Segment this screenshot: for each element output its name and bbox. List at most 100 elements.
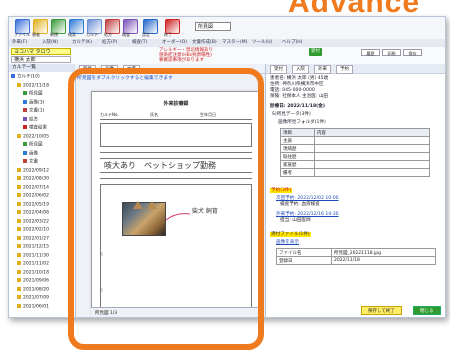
folder-icon [17, 193, 21, 197]
center-tab[interactable]: 画像 [101, 65, 118, 74]
tree-item[interactable]: 2022/09/12 [17, 167, 49, 174]
folder-icon [17, 210, 21, 214]
tree-item-label: 2022/09/12 [23, 168, 49, 173]
findings-row-value[interactable] [314, 136, 430, 145]
save-and-exit-button[interactable]: 保存して終了 [361, 306, 402, 315]
findings-row-value[interactable] [314, 160, 430, 169]
tree-item[interactable]: 2021/10/18 [17, 269, 49, 276]
tree-item[interactable]: 2022/10/05 [17, 133, 49, 140]
header-action-button[interactable]: 履歴 [361, 49, 380, 56]
detail-tab[interactable]: 予約 [336, 65, 353, 74]
tree-item[interactable]: 2021/11/02 [17, 261, 49, 267]
tree-item-label: 文書(1) [29, 108, 45, 114]
tree-item-label: 2022/08/30 [23, 176, 49, 182]
patient-kana-field[interactable]: ヨコハマ タロウ [11, 48, 71, 55]
tree-item[interactable]: 画像(3) [23, 99, 44, 106]
folder-icon [17, 184, 21, 189]
visit-date: 診療日: 2022/11/18(金) [270, 104, 325, 109]
findings-row-value[interactable] [314, 152, 430, 161]
tree-item[interactable]: 2022/07/14 [17, 184, 49, 191]
tree-item[interactable]: 2021/09/06 [17, 278, 49, 284]
center-tab[interactable]: 文書 [123, 65, 140, 74]
tree-item-label: 2021/11/30 [23, 253, 49, 258]
tree-item[interactable]: 所見図 [23, 91, 43, 97]
tree-item[interactable]: 2021/07/09 [17, 295, 49, 301]
tree-item-label: カルテ(10) [17, 74, 40, 80]
folder-icon [17, 278, 21, 282]
tree-item[interactable]: 文書(1) [23, 108, 44, 114]
patient-line-insurance: 保険: 社保本人 主治医: 山田 [270, 94, 329, 99]
dog-ear-shape [147, 201, 157, 209]
menu-item[interactable]: ツール(U) [252, 39, 272, 47]
tree-item[interactable]: 2022/01/27 [17, 235, 49, 242]
document-type-select[interactable]: 所見図 [195, 22, 231, 31]
tree-item[interactable]: 検査結果 [23, 125, 47, 131]
tree-item-label: 2021/11/02 [23, 261, 49, 267]
findings-row-value[interactable] [314, 168, 430, 177]
tree-item[interactable]: 2021/11/30 [17, 252, 49, 259]
tree-item[interactable]: 2022/05/19 [17, 201, 49, 208]
tree-item[interactable]: 2021/12/15 [17, 244, 49, 250]
findings-table: 項目 内容 主訴 現病歴 既往歴 家族歴 備考 [280, 128, 430, 177]
tree-item[interactable]: 所見図 [23, 142, 43, 148]
record-detail-pane: 受付 入院 外来 予約 患者名: 横浜 太郎 (男) 45歳 住所: 神奈川県横浜市中… [265, 64, 445, 317]
menu-item[interactable]: マスター(M) [222, 39, 247, 47]
folder-icon [17, 295, 21, 299]
menu-item[interactable]: オーダー(O) [162, 39, 187, 47]
tree-item[interactable]: 2022/03/22 [17, 218, 49, 225]
tree-item[interactable]: 2022/08/30 [17, 176, 49, 182]
header-action-button[interactable]: 印刷 [382, 49, 401, 56]
tree-item-label: 所見図 [29, 142, 43, 148]
tree-item[interactable]: 2021/08/20 [17, 286, 49, 293]
menu-item[interactable]: 検査(T) [132, 39, 147, 47]
menu-item[interactable]: 処方(P) [102, 39, 117, 47]
annotation-arrow-icon [165, 213, 191, 221]
tree-item-label: 2021/06/01 [23, 304, 49, 309]
tree-item[interactable]: 2022/06/02 [17, 193, 49, 199]
tree-item[interactable]: 処方 [23, 116, 38, 123]
appointment-head: 予約(3件) [270, 188, 293, 193]
folder-icon [17, 176, 21, 180]
doc-rule [100, 152, 252, 153]
tree-item-label: 2021/09/06 [23, 278, 49, 284]
tree-item[interactable]: 文書 [23, 159, 38, 165]
image-folder-label[interactable]: 画像所見フォルダ(1件) [278, 120, 326, 126]
appointment-2-link[interactable]: 外来予約: 2022/12/16 14:30 [276, 212, 339, 218]
menu-item[interactable]: ヘルプ(H) [282, 39, 302, 47]
view-image-link[interactable]: 画像を表示 [276, 240, 299, 246]
attachment-col-date: 登録日 [276, 256, 332, 265]
header-action-button[interactable]: 保存 [403, 49, 422, 56]
close-button[interactable]: 閉じる [413, 306, 441, 315]
menu-item[interactable]: カルテ(K) [72, 39, 92, 47]
tree-item[interactable]: 2022/04/08 [17, 210, 49, 216]
tree-item[interactable]: カルテ(10) [11, 74, 40, 80]
reception-button[interactable]: 受付 [309, 48, 322, 56]
folder-icon [17, 303, 21, 308]
patient-line-name: 患者名: 横浜 太郎 (男) 45歳 [270, 76, 329, 81]
folder-icon [23, 142, 27, 146]
folder-icon [17, 133, 21, 138]
menu-item[interactable]: 文書作成(B) [192, 39, 217, 47]
detail-tab[interactable]: 入院 [292, 65, 309, 74]
folder-icon [23, 116, 27, 121]
tree-item[interactable]: 2021/06/01 [17, 303, 49, 310]
tree-item[interactable]: 2022/11/18 [17, 82, 49, 89]
findings-document[interactable]: 外来診療録 カルテNo. 氏名 生年月日 咳大あり ペットショップ勤務 柴犬 飼… [91, 91, 261, 317]
toolbar-label: 検査 [122, 32, 130, 37]
document-footer-bar: 所見図 1/3 [91, 307, 259, 317]
findings-row-value[interactable] [314, 144, 430, 153]
tree-item[interactable]: 2022/02/10 [17, 227, 49, 233]
tree-item-label: 2021/12/15 [23, 244, 49, 250]
folder-icon [17, 167, 21, 172]
menu-item[interactable]: 外来(F) [12, 39, 27, 47]
patient-name-field[interactable]: 横浜 太郎 [11, 56, 71, 63]
center-tab[interactable]: 所見 [79, 65, 96, 74]
attachment-filename[interactable]: 所見図_20221118.jpg [330, 248, 437, 257]
findings-col-header: 項目 [280, 128, 315, 137]
menu-item[interactable]: 入院(N) [42, 39, 58, 47]
folder-icon [23, 99, 27, 104]
detail-tab[interactable]: 外来 [314, 65, 331, 74]
tree-item[interactable]: 画像 [23, 150, 38, 157]
detail-tab[interactable]: 受付 [270, 65, 287, 74]
appointment-1-link[interactable]: 次回予約: 2022/12/02 10:00 [276, 196, 339, 202]
